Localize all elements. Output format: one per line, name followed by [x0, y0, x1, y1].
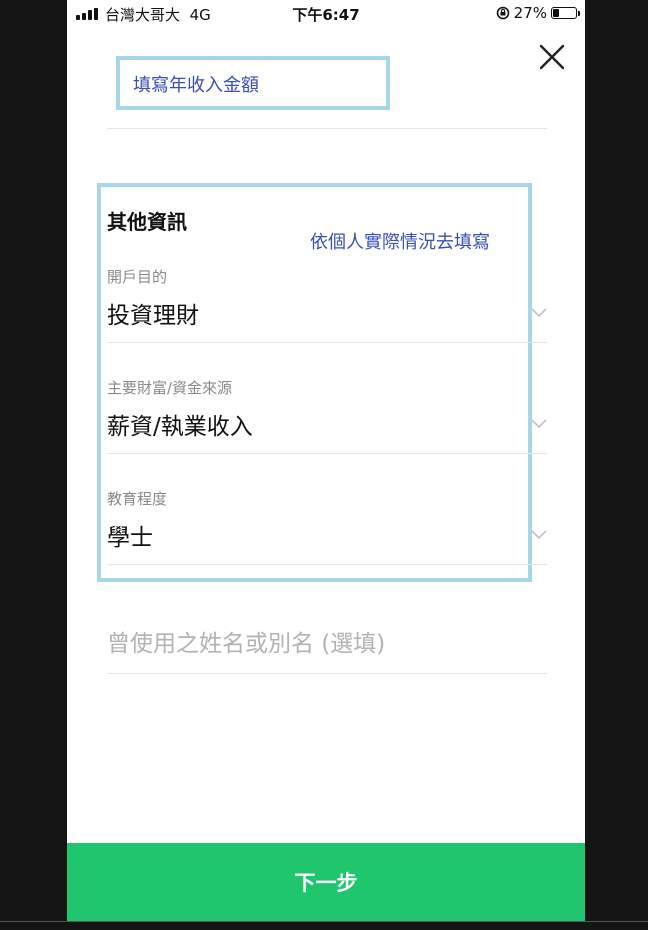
field-value: 薪資/執業收入	[107, 414, 253, 440]
other-info-annotation-text: 依個人實際情況去填寫	[310, 232, 490, 253]
wealth-source-dropdown[interactable]: 主要財富/資金來源 薪資/執業收入	[107, 373, 547, 453]
phone-screen: 台灣大哥大 4G 下午6:47 27% 填寫年收入金額 依個人實際情況去填寫 其…	[67, 0, 585, 921]
chevron-down-icon	[531, 308, 547, 318]
divider	[107, 342, 547, 343]
rotation-lock-icon	[496, 6, 509, 20]
divider	[107, 453, 547, 454]
field-value: 投資理財	[107, 303, 199, 329]
income-annotation-text: 填寫年收入金額	[133, 75, 259, 96]
education-dropdown[interactable]: 教育程度 學士	[107, 484, 547, 564]
battery-indicator: 27%	[496, 4, 580, 22]
divider	[107, 128, 547, 129]
divider	[107, 564, 547, 565]
status-bar: 台灣大哥大 4G 下午6:47 27%	[67, 0, 585, 28]
close-icon[interactable]	[537, 42, 567, 72]
chevron-down-icon	[531, 530, 547, 540]
field-label: 教育程度	[107, 490, 168, 508]
field-value: 學士	[107, 525, 153, 551]
chevron-down-icon	[531, 419, 547, 429]
purpose-dropdown[interactable]: 開戶目的 投資理財	[107, 262, 547, 342]
alias-name-input[interactable]	[107, 624, 547, 664]
field-label: 主要財富/資金來源	[107, 379, 233, 397]
divider	[107, 673, 547, 674]
battery-fill	[553, 9, 559, 17]
field-label: 開戶目的	[107, 268, 168, 286]
next-step-button[interactable]: 下一步	[67, 843, 585, 921]
section-title: 其他資訊	[107, 210, 187, 234]
battery-percent: 27%	[513, 4, 547, 22]
battery-icon	[551, 7, 580, 19]
